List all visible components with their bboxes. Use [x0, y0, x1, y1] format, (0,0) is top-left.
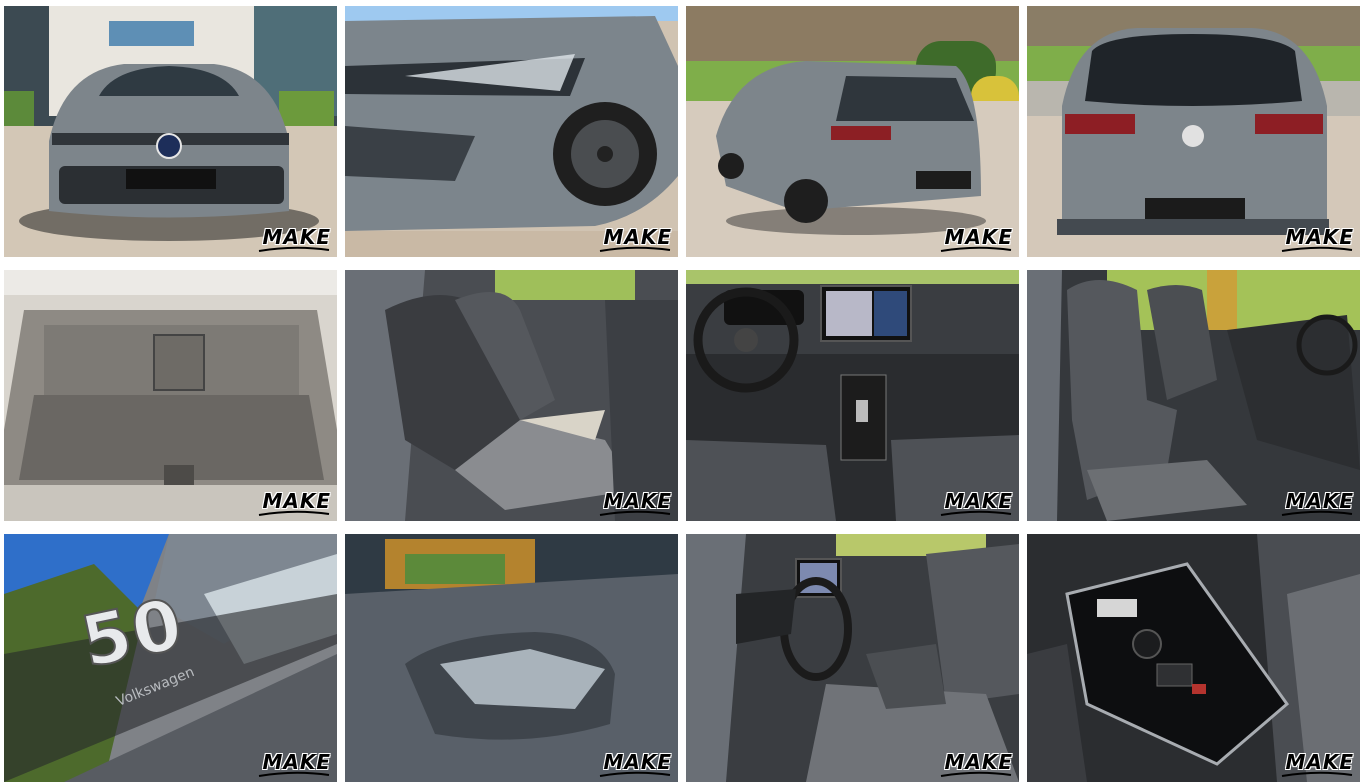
front-view-image: [4, 6, 337, 257]
watermark: MAKE: [1280, 227, 1354, 253]
watermark: MAKE: [598, 227, 672, 253]
watermark: MAKE: [1280, 491, 1354, 517]
watermark-text: MAKE: [262, 750, 331, 774]
watermark-text: MAKE: [944, 750, 1013, 774]
photo-rear-view[interactable]: MAKE: [1027, 6, 1360, 257]
watermark-swoosh-icon: [940, 510, 1012, 516]
watermark-text: MAKE: [262, 489, 331, 513]
dashboard-image: [686, 270, 1019, 521]
photo-driver-cockpit[interactable]: MAKE: [686, 534, 1019, 782]
watermark-text: MAKE: [1285, 750, 1354, 774]
photo-rear-seats[interactable]: MAKE: [345, 270, 678, 521]
photo-gallery: MAKE MAKE MAKE MAKE MAKE MAKE MAKE MAKE …: [4, 6, 1360, 782]
photo-front-seats[interactable]: MAKE: [1027, 270, 1360, 521]
watermark: MAKE: [598, 752, 672, 778]
watermark: MAKE: [598, 491, 672, 517]
watermark: MAKE: [939, 491, 1013, 517]
photo-rear-window[interactable]: MAKE: [345, 534, 678, 782]
watermark-text: MAKE: [262, 225, 331, 249]
watermark-text: MAKE: [944, 489, 1013, 513]
watermark-swoosh-icon: [599, 246, 671, 252]
photo-headlight-detail[interactable]: MAKE: [345, 6, 678, 257]
watermark-swoosh-icon: [940, 771, 1012, 777]
watermark-text: MAKE: [603, 489, 672, 513]
watermark-swoosh-icon: [599, 771, 671, 777]
rear-three-quarter-image: [686, 6, 1019, 257]
watermark-swoosh-icon: [1281, 246, 1353, 252]
headlight-image: [345, 6, 678, 257]
rear-seats-image: [345, 270, 678, 521]
watermark-swoosh-icon: [258, 510, 330, 516]
rear-view-image: [1027, 6, 1360, 257]
watermark: MAKE: [257, 227, 331, 253]
photo-dashboard[interactable]: MAKE: [686, 270, 1019, 521]
watermark-swoosh-icon: [258, 771, 330, 777]
trunk-image: [4, 270, 337, 521]
photo-trunk[interactable]: MAKE: [4, 270, 337, 521]
rear-window-image: [345, 534, 678, 782]
photo-rear-three-quarter[interactable]: MAKE: [686, 6, 1019, 257]
watermark-swoosh-icon: [258, 246, 330, 252]
watermark-swoosh-icon: [940, 246, 1012, 252]
watermark: MAKE: [257, 491, 331, 517]
watermark: MAKE: [257, 752, 331, 778]
photo-front-view[interactable]: MAKE: [4, 6, 337, 257]
watermark-text: MAKE: [603, 225, 672, 249]
photo-50-badge[interactable]: 50 Volkswagen MAKE: [4, 534, 337, 782]
watermark-swoosh-icon: [1281, 771, 1353, 777]
watermark-text: MAKE: [1285, 489, 1354, 513]
watermark-swoosh-icon: [599, 510, 671, 516]
watermark-swoosh-icon: [1281, 510, 1353, 516]
watermark: MAKE: [939, 227, 1013, 253]
front-seats-image: [1027, 270, 1360, 521]
watermark-text: MAKE: [603, 750, 672, 774]
watermark: MAKE: [939, 752, 1013, 778]
center-console-image: [1027, 534, 1360, 782]
cockpit-image: [686, 534, 1019, 782]
photo-center-console[interactable]: MAKE: [1027, 534, 1360, 782]
watermark-text: MAKE: [1285, 225, 1354, 249]
watermark: MAKE: [1280, 752, 1354, 778]
watermark-text: MAKE: [944, 225, 1013, 249]
